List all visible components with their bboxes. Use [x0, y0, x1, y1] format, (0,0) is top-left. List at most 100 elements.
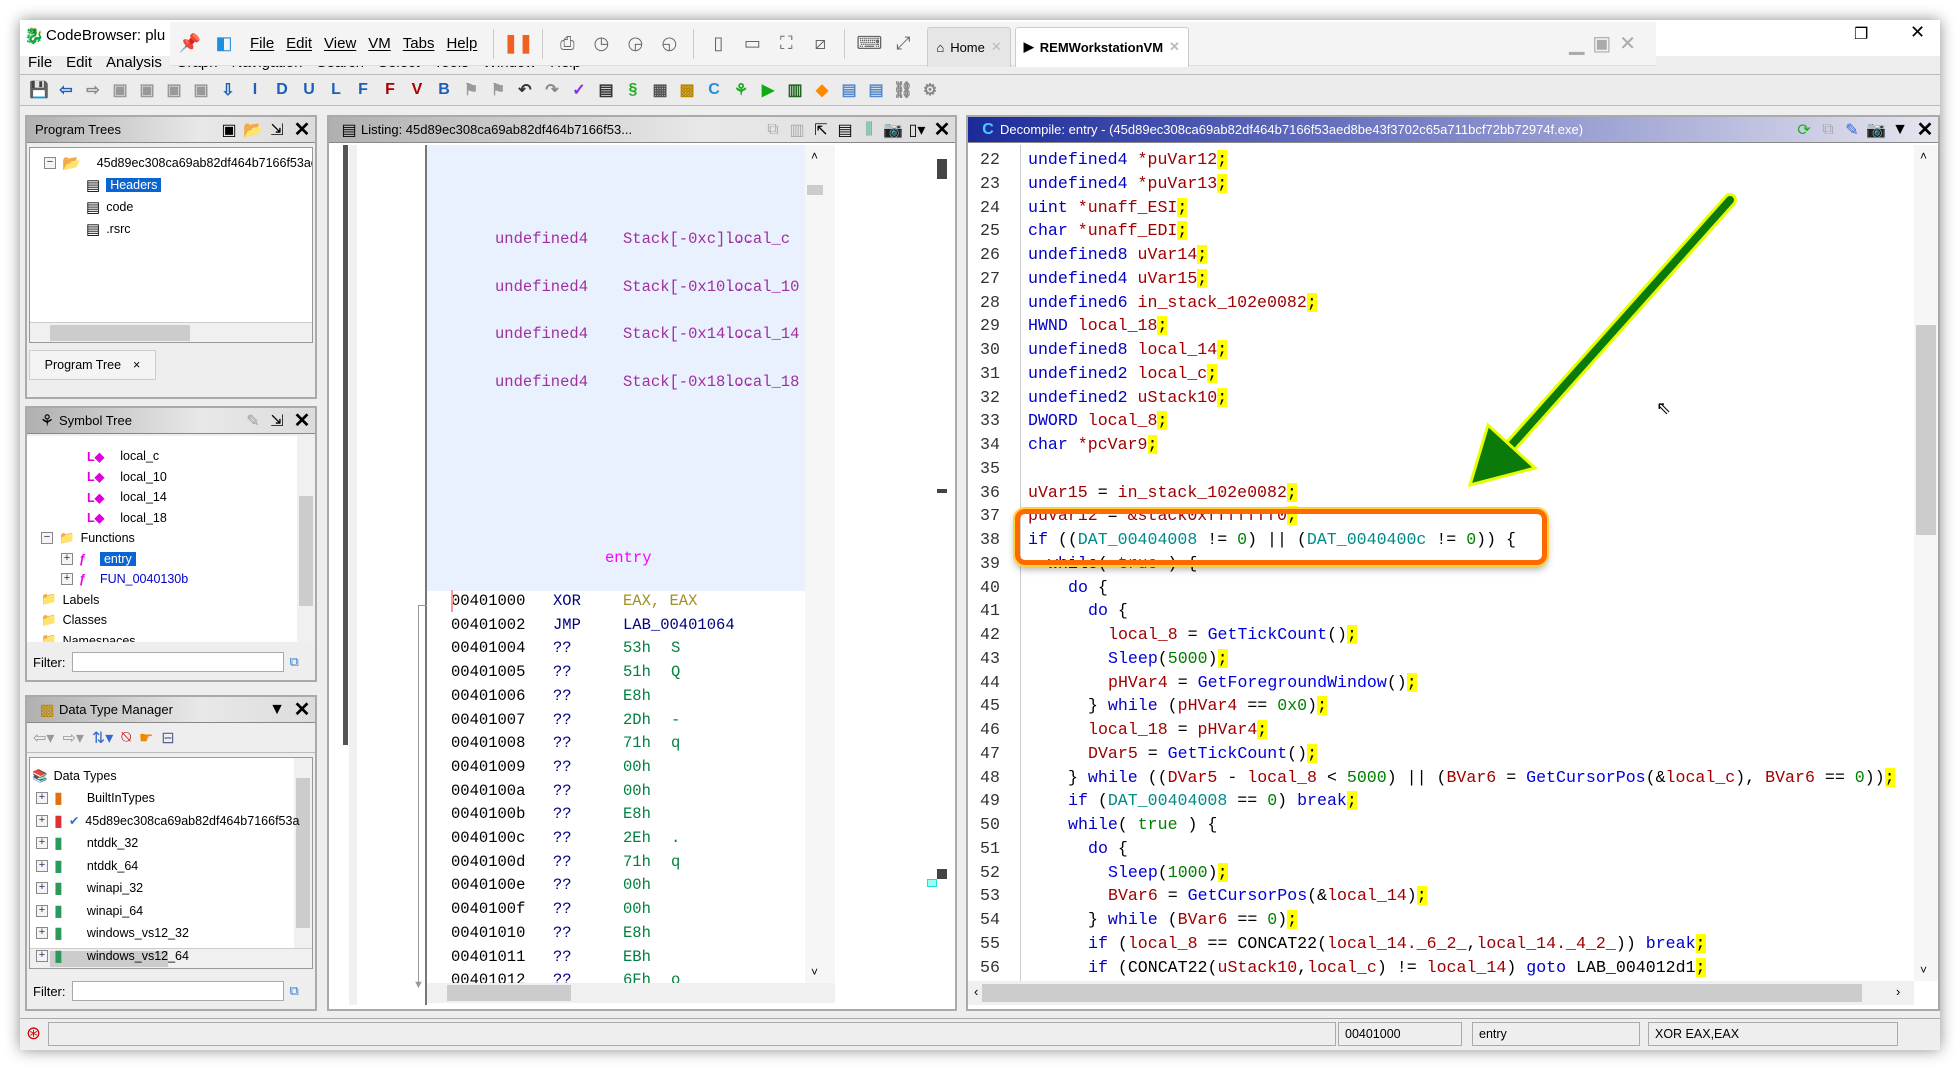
expand-icon[interactable]: +: [36, 904, 48, 917]
menu-edit[interactable]: Edit: [66, 54, 92, 71]
snapshot-icon[interactable]: 📷: [881, 120, 905, 140]
code-line[interactable]: 49 if (DAT_00404008 == 0) break;: [968, 790, 1914, 812]
symbol-tree-item[interactable]: 📁 Labels: [41, 590, 99, 610]
tree-item[interactable]: − 📂 45d89ec308ca69ab82df464b7166f53aed: [44, 153, 312, 173]
toolbar-u-button[interactable]: U: [298, 79, 320, 101]
new-tree-icon[interactable]: ▣: [217, 120, 241, 140]
close-tab-icon[interactable]: ✕: [991, 39, 1002, 55]
code-line[interactable]: 55 if (local_8 == CONCAT22(local_14._6_2_…: [968, 933, 1914, 955]
code-line[interactable]: 48} while ((DVar5 - local_8 < 5000) || (…: [968, 767, 1914, 789]
minimize-icon[interactable]: ▁: [1569, 31, 1584, 56]
filter-pointers-icon[interactable]: ☛: [139, 728, 153, 748]
snapshot-icon[interactable]: ◷: [587, 30, 615, 58]
refresh-icon[interactable]: ⟳: [1792, 120, 1816, 140]
edit-signature-icon[interactable]: ✎: [1840, 120, 1864, 140]
snapshot-icon[interactable]: 📷: [1864, 120, 1888, 140]
paste-icon[interactable]: ▥: [785, 120, 809, 140]
close-tab-icon[interactable]: ×: [133, 358, 140, 372]
restore-icon[interactable]: ❐: [1854, 24, 1868, 44]
datatype-filter-input[interactable]: [71, 981, 284, 1001]
tree-export-icon[interactable]: ⇲: [265, 120, 289, 140]
data-type-archive[interactable]: + ▮ winapi_32: [36, 878, 143, 898]
nav-icon[interactable]: ▣: [190, 79, 212, 101]
decompile-icon[interactable]: C: [703, 79, 725, 101]
close-tab-icon[interactable]: ✕: [1169, 39, 1180, 55]
field-edit-icon[interactable]: ▤: [833, 120, 857, 140]
data-type-archive[interactable]: + ▮ ✔ 45d89ec308ca69ab82df464b7166f53a: [36, 811, 299, 831]
down-arrow-icon[interactable]: ⇩: [217, 79, 239, 101]
vm-menu-help[interactable]: Help: [440, 35, 483, 52]
fullscreen-icon[interactable]: ⛶: [772, 30, 800, 58]
script-icon[interactable]: §: [622, 79, 644, 101]
data-type-archive[interactable]: + ▮ windows_vs12_64: [36, 946, 189, 966]
table-icon[interactable]: ▤: [838, 79, 860, 101]
cursor-follow-icon[interactable]: ⇱: [809, 120, 833, 140]
vertical-scrollbar[interactable]: ˄ ˅: [1914, 145, 1938, 981]
code-line[interactable]: 44 pHVar4 = GetForegroundWindow();: [968, 672, 1914, 694]
redo-icon[interactable]: ↷: [541, 79, 563, 101]
toolbar-f-button[interactable]: F: [352, 79, 374, 101]
back-icon[interactable]: ⇦: [55, 79, 77, 101]
expand-icon[interactable]: +: [36, 792, 48, 804]
symbol-tree-item[interactable]: + ƒ entry: [61, 549, 136, 569]
vm-menu-vm[interactable]: VM: [362, 35, 397, 52]
menu-analysis[interactable]: Analysis: [106, 54, 162, 71]
console-icon[interactable]: ⌨: [855, 30, 883, 58]
listing-view[interactable]: undefined4 Stack[-0xc]... local_c undefined…: [427, 145, 805, 983]
expand-icon[interactable]: +: [36, 837, 48, 849]
data-type-archive[interactable]: + ▮ winapi_64: [36, 901, 143, 921]
toolbar-d-button[interactable]: D: [271, 79, 293, 101]
revert-snapshot-icon[interactable]: ◶: [621, 30, 649, 58]
tab-remworkstationvm[interactable]: ▶ REMWorkstationVM ✕: [1014, 26, 1189, 67]
symbol-tree-view[interactable]: L◆ local_c L◆ local_10 L◆ local_14 L◆ local_18 −…: [27, 436, 315, 642]
undo-icon[interactable]: ↶: [514, 79, 536, 101]
expand-icon[interactable]: +: [61, 552, 73, 565]
code-line[interactable]: 50 while( true ) {: [968, 814, 1914, 836]
edit-icon[interactable]: ✎: [241, 411, 265, 431]
symbol-tree-item[interactable]: 📁 Classes: [41, 610, 107, 630]
filter-options-icon[interactable]: ⧉: [290, 654, 299, 670]
code-line[interactable]: 22 undefined4 *puVar12;: [968, 149, 1914, 171]
expand-icon[interactable]: +: [36, 949, 48, 962]
symbol-filter-input[interactable]: [71, 652, 284, 672]
forward-icon[interactable]: ⇨▾: [62, 728, 83, 748]
horizontal-scrollbar[interactable]: [30, 322, 312, 342]
code-line[interactable]: 52 Sleep(1000);: [968, 862, 1914, 884]
copy-icon[interactable]: ⧉: [761, 121, 785, 139]
tree-item[interactable]: ▤ .rsrc: [86, 219, 131, 239]
unity-icon[interactable]: ⧄: [806, 30, 834, 58]
back-icon[interactable]: ⇦▾: [33, 728, 54, 748]
close-icon[interactable]: ✕: [1619, 31, 1636, 56]
sidebar-icon[interactable]: ▯: [704, 30, 732, 58]
settings-icon[interactable]: ⚙: [919, 79, 941, 101]
code-line[interactable]: 43 Sleep(5000);: [968, 648, 1914, 670]
program-tree-view[interactable]: − 📂 45d89ec308ca69ab82df464b7166f53aed ▤ Hea…: [29, 147, 313, 343]
data-type-tree[interactable]: 📚 Data Types + ▮ BuiltInTypes + ▮ ✔ 45d89ec308ca…: [29, 757, 313, 969]
snapshot-manager-icon[interactable]: ◵: [655, 30, 683, 58]
nav-icon[interactable]: ▣: [136, 79, 158, 101]
thumbnail-icon[interactable]: ▭: [738, 30, 766, 58]
code-line[interactable]: 56 if (CONCAT22(uStack10,local_c) != loca…: [968, 957, 1914, 979]
stretch-icon[interactable]: ⤢: [889, 30, 917, 58]
symbol-tree-item[interactable]: 📁 Namespaces: [41, 631, 136, 642]
options-icon[interactable]: ▯▾: [905, 120, 929, 140]
symbol-tree-item[interactable]: L◆ local_10: [87, 467, 167, 487]
vertical-scrollbar[interactable]: ˄ ˅: [805, 145, 835, 983]
menu-file[interactable]: File: [28, 54, 52, 71]
filter-options-icon[interactable]: ⧉: [290, 983, 299, 999]
close-icon[interactable]: ✕: [1912, 117, 1938, 142]
pause-icon[interactable]: ❚❚: [503, 30, 533, 58]
tree-icon[interactable]: ⛓: [892, 79, 914, 101]
filter-arrays-icon[interactable]: ⍉: [121, 729, 131, 747]
symbol-tree-item[interactable]: L◆ local_c: [87, 446, 159, 466]
code-line[interactable]: 54} while (BVar6 == 0);: [968, 909, 1914, 931]
code-line[interactable]: 40 do {: [968, 577, 1914, 599]
code-line[interactable]: 41 do {: [968, 600, 1914, 622]
vm-menu-edit[interactable]: Edit: [280, 35, 318, 52]
menu-dropdown-icon[interactable]: ▼: [1888, 121, 1912, 139]
data-type-archive[interactable]: + ▮ ntddk_32: [36, 833, 138, 853]
close-icon[interactable]: ✕: [289, 697, 315, 722]
horizontal-scrollbar[interactable]: [427, 983, 835, 1003]
nav-icon[interactable]: ▣: [163, 79, 185, 101]
horizontal-scrollbar[interactable]: ‹ ›: [968, 981, 1914, 1005]
